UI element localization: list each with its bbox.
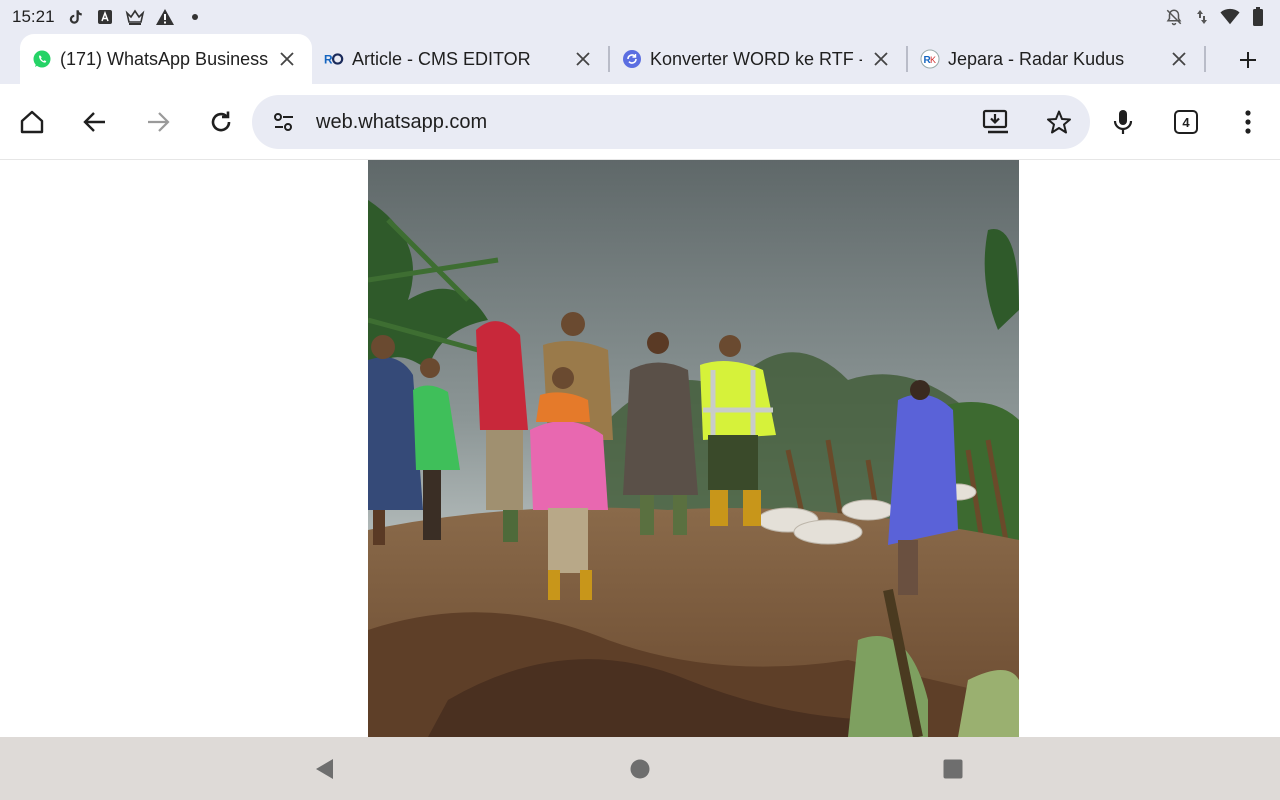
tab-count: 4 <box>1174 110 1198 134</box>
close-tab-icon[interactable] <box>1166 46 1192 72</box>
forward-arrow-icon <box>148 112 170 132</box>
back-arrow-icon <box>83 112 105 132</box>
nav-back-button[interactable] <box>312 757 336 781</box>
ro-icon: R <box>324 49 344 69</box>
tab-switcher-button[interactable]: 4 <box>1166 102 1206 142</box>
status-time: 15:21 <box>12 7 55 26</box>
address-bar[interactable]: web.whatsapp.com <box>252 95 1090 149</box>
tab-cms-editor[interactable]: R Article - CMS EDITOR <box>312 34 608 84</box>
tab-radar-kudus[interactable]: RK Jepara - Radar Kudus <box>908 34 1204 84</box>
reload-button[interactable] <box>201 102 241 142</box>
voice-search-button[interactable] <box>1103 102 1143 142</box>
tab-title: Article - CMS EDITOR <box>352 48 531 69</box>
tab-title: Konverter WORD ke RTF - <box>650 48 862 69</box>
dot-icon <box>185 7 205 27</box>
tab-title: (171) WhatsApp Business <box>60 48 268 69</box>
browser-toolbar: web.whatsapp.com 4 <box>0 84 1280 160</box>
recents-square-icon <box>943 759 963 779</box>
page-content <box>0 160 1280 737</box>
more-vert-icon <box>1245 110 1251 134</box>
tab-strip: (171) WhatsApp Business R Article - CMS … <box>0 34 1280 84</box>
microphone-icon <box>1113 110 1133 134</box>
convert-icon <box>622 49 642 69</box>
tab-separator <box>1204 46 1206 72</box>
svg-text:R: R <box>324 53 333 67</box>
notifications-off-icon <box>1164 7 1184 27</box>
back-button[interactable] <box>75 102 115 142</box>
close-tab-icon[interactable] <box>868 46 894 72</box>
svg-text:K: K <box>930 55 936 65</box>
menu-button[interactable] <box>1228 102 1268 142</box>
whatsapp-icon <box>32 49 52 69</box>
site-settings-icon[interactable] <box>272 110 296 139</box>
tiktok-icon <box>65 7 85 27</box>
wifi-icon <box>1220 7 1240 27</box>
url-text[interactable]: web.whatsapp.com <box>316 111 487 134</box>
data-arrows-icon <box>1192 7 1212 27</box>
back-triangle-icon <box>316 759 333 779</box>
crown-icon <box>125 7 145 27</box>
landslide-photo[interactable] <box>368 160 1019 737</box>
a-badge-icon <box>95 7 115 27</box>
tab-title: Jepara - Radar Kudus <box>948 48 1125 69</box>
plus-icon <box>1240 52 1256 68</box>
status-bar: 15:21 <box>0 0 1280 34</box>
nav-recents-button[interactable] <box>941 757 965 781</box>
warning-icon <box>155 7 175 27</box>
home-icon <box>20 110 44 134</box>
rk-icon: RK <box>920 49 940 69</box>
home-button[interactable] <box>12 102 52 142</box>
install-app-icon[interactable] <box>982 109 1010 140</box>
forward-button[interactable] <box>138 102 178 142</box>
system-nav-bar <box>0 737 1280 800</box>
close-tab-icon[interactable] <box>570 46 596 72</box>
new-tab-button[interactable] <box>1232 44 1264 76</box>
reload-icon <box>211 111 231 132</box>
battery-icon <box>1248 7 1268 27</box>
bookmark-star-icon[interactable] <box>1046 109 1072 140</box>
tab-konverter[interactable]: Konverter WORD ke RTF - <box>610 34 906 84</box>
close-tab-icon[interactable] <box>274 46 300 72</box>
tab-whatsapp[interactable]: (171) WhatsApp Business <box>20 34 312 84</box>
home-circle-icon <box>630 759 650 779</box>
nav-home-button[interactable] <box>628 757 652 781</box>
